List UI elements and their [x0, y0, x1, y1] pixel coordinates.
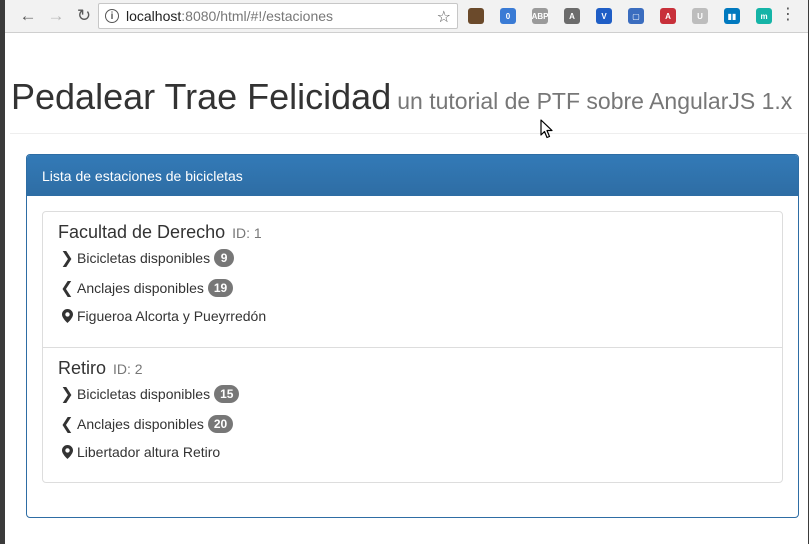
url-path: :8080/html/#!/estaciones	[181, 8, 334, 24]
station-heading: Retiro ID: 2	[58, 358, 767, 379]
browser-window: ← → ↻ i localhost:8080/html/#!/estacione…	[0, 0, 809, 544]
station-item: Facultad de Derecho ID: 1 ❯ Bicicletas d…	[43, 212, 782, 347]
map-marker-icon	[58, 309, 76, 323]
page-title-text: Pedalear Trae Felicidad	[11, 76, 392, 117]
stations-panel: Lista de estaciones de bicicletas Facult…	[26, 154, 799, 518]
reload-icon[interactable]: ↻	[74, 6, 94, 26]
ext-10-extension-icon[interactable]: m	[756, 8, 772, 24]
address-label: Libertador altura Retiro	[77, 444, 221, 460]
ext-1-extension-icon[interactable]	[468, 8, 484, 24]
bikes-badge: 15	[214, 385, 240, 403]
station-heading: Facultad de Derecho ID: 1	[58, 222, 767, 243]
stations-list: Facultad de Derecho ID: 1 ❯ Bicicletas d…	[42, 211, 783, 483]
url-host: localhost	[126, 8, 182, 24]
station-item: Retiro ID: 2 ❯ Bicicletas disponibles 15…	[43, 347, 782, 482]
bookmark-star-icon[interactable]: ☆	[437, 7, 451, 27]
adblock-plus-extension-icon[interactable]: ABP	[532, 8, 548, 24]
docks-row: ❮ Anclajes disponibles 19	[58, 278, 234, 298]
ext-4-extension-icon[interactable]: A	[564, 8, 580, 24]
trello-extension-icon[interactable]: ▮▮	[724, 8, 740, 24]
docks-row: ❮ Anclajes disponibles 20	[58, 414, 234, 434]
docks-label: Anclajes disponibles	[77, 416, 204, 432]
address-label: Figueroa Alcorta y Pueyrredón	[77, 308, 267, 324]
bikes-label: Bicicletas disponibles	[77, 386, 211, 402]
bikes-row: ❯ Bicicletas disponibles 9	[58, 248, 235, 268]
station-id: ID: 1	[232, 225, 262, 241]
station-id: ID: 2	[113, 361, 143, 377]
info-icon[interactable]: i	[105, 9, 119, 23]
panel-heading: Lista de estaciones de bicicletas	[27, 155, 798, 196]
docks-label: Anclajes disponibles	[77, 280, 204, 296]
bikes-row: ❯ Bicicletas disponibles 15	[58, 384, 240, 404]
browser-toolbar: ← → ↻ i localhost:8080/html/#!/estacione…	[5, 0, 808, 33]
page-subtitle: un tutorial de PTF sobre AngularJS 1.x	[397, 88, 793, 114]
chevron-right-icon: ❯	[60, 386, 74, 403]
angular-extension-icon[interactable]: A	[660, 8, 676, 24]
back-arrow-icon[interactable]: ←	[18, 6, 38, 26]
ext-6-extension-icon[interactable]: ▢	[628, 8, 644, 24]
bikes-badge: 9	[214, 249, 235, 267]
docks-badge: 20	[207, 415, 234, 433]
ext-8-extension-icon[interactable]: U	[692, 8, 708, 24]
chevron-left-icon: ❮	[60, 280, 74, 297]
station-name: Retiro	[58, 358, 107, 378]
page-header: Pedalear Trae Felicidad un tutorial de PT…	[10, 34, 807, 134]
station-name: Facultad de Derecho	[58, 222, 226, 242]
ext-5-extension-icon[interactable]: V	[596, 8, 612, 24]
mouse-cursor-icon	[540, 119, 553, 139]
page-title: Pedalear Trae Felicidad un tutorial de PT…	[11, 76, 792, 118]
chevron-left-icon: ❮	[60, 416, 74, 433]
browser-menu-icon[interactable]: ⋮	[780, 7, 796, 23]
address-bar[interactable]: i localhost:8080/html/#!/estaciones ☆	[98, 3, 458, 29]
ext-2-extension-icon[interactable]: 0	[500, 8, 516, 24]
forward-arrow-icon[interactable]: →	[46, 6, 66, 26]
map-marker-icon	[58, 445, 76, 459]
docks-badge: 19	[207, 279, 234, 297]
address-row: Figueroa Alcorta y Pueyrredón	[58, 308, 266, 324]
chevron-right-icon: ❯	[60, 250, 74, 267]
bikes-label: Bicicletas disponibles	[77, 250, 211, 266]
address-row: Libertador altura Retiro	[58, 444, 220, 460]
